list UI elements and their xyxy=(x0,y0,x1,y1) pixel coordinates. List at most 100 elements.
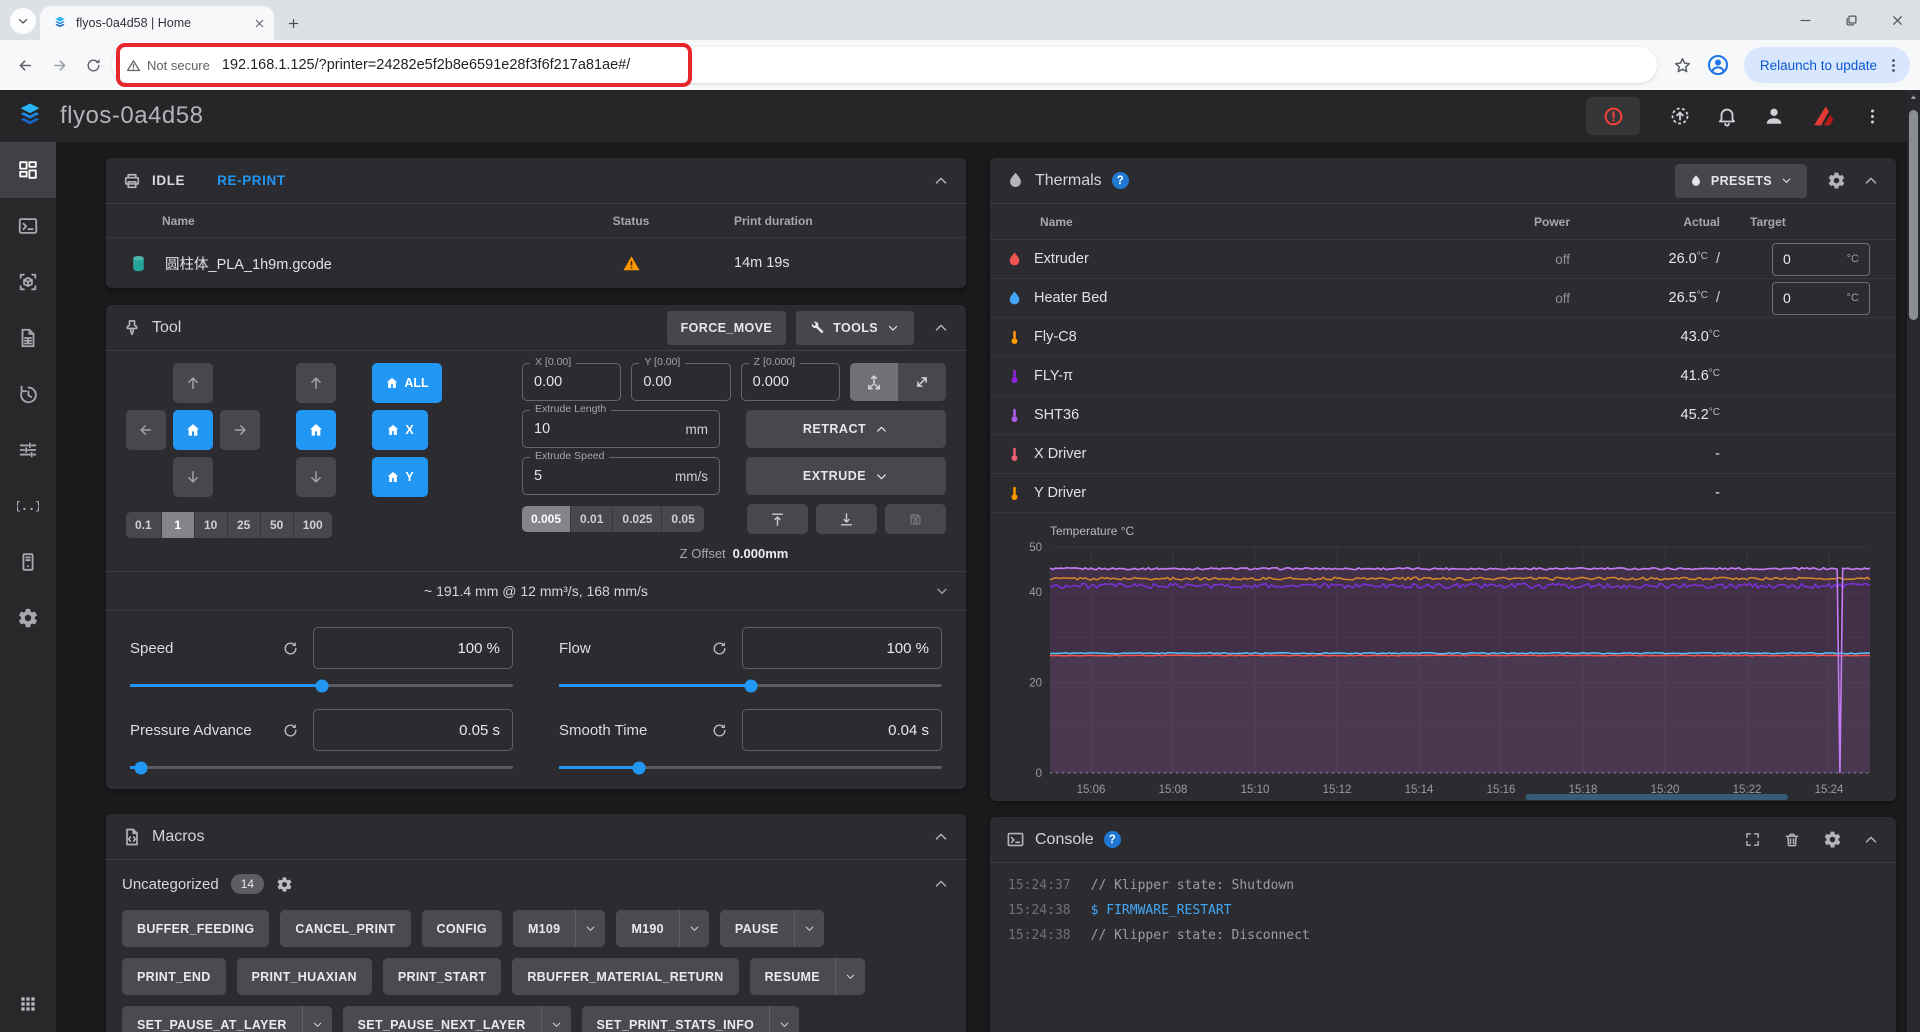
x-position-field[interactable]: X [0.00]0.00 xyxy=(522,363,621,401)
jog-y-plus-button[interactable] xyxy=(173,363,213,403)
slider-track[interactable] xyxy=(559,766,942,769)
jog-z-minus-button[interactable] xyxy=(296,457,336,497)
reset-icon[interactable] xyxy=(282,722,299,739)
collapse-panel-icon[interactable] xyxy=(932,319,950,337)
move-step-10[interactable]: 10 xyxy=(195,512,228,538)
relaunch-to-update-button[interactable]: Relaunch to update xyxy=(1744,47,1910,83)
slider-value-field[interactable]: 0.05 s xyxy=(313,709,513,751)
address-bar[interactable]: Not secure 192.168.1.125/?printer=24282e… xyxy=(112,47,1657,83)
target-temp-field[interactable]: 0°C xyxy=(1772,243,1870,276)
window-close-button[interactable] xyxy=(1874,0,1920,40)
browser-menu-icon[interactable] xyxy=(1885,57,1902,74)
profile-avatar-icon[interactable] xyxy=(1706,53,1730,77)
home-z-button[interactable] xyxy=(296,410,336,450)
extrude-speed-field[interactable]: Extrude Speed5mm/s xyxy=(522,457,720,495)
home-y-button[interactable]: Y xyxy=(372,457,428,497)
extrude-length-field[interactable]: Extrude Length10mm xyxy=(522,410,720,448)
thermals-settings-gear-icon[interactable] xyxy=(1827,171,1846,190)
macro-dropdown-toggle[interactable] xyxy=(541,1006,571,1032)
slider-thumb[interactable] xyxy=(744,679,757,692)
slider-value-field[interactable]: 0.04 s xyxy=(742,709,942,751)
macro-button-pause[interactable]: PAUSE xyxy=(720,910,824,947)
move-step-1[interactable]: 1 xyxy=(162,512,195,538)
scrollbar-thumb[interactable] xyxy=(1909,110,1918,320)
macro-button-set_pause_next_layer[interactable]: SET_PAUSE_NEXT_LAYER xyxy=(343,1006,571,1032)
macro-dropdown-toggle[interactable] xyxy=(679,910,709,947)
apps-grid-icon[interactable] xyxy=(0,984,56,1024)
fullscreen-icon[interactable] xyxy=(1744,831,1761,848)
z-offset-down-button[interactable] xyxy=(816,504,877,534)
force-move-button[interactable]: FORCE_MOVE xyxy=(667,311,787,345)
sidebar-item-jobs[interactable] xyxy=(0,310,56,366)
page-scrollbar[interactable] xyxy=(1907,90,1920,1032)
reprint-button[interactable]: RE-PRINT xyxy=(217,173,286,188)
sidebar-item-gcode-preview[interactable] xyxy=(0,254,56,310)
reset-icon[interactable] xyxy=(711,722,728,739)
macro-button-set_print_stats_info[interactable]: SET_PRINT_STATS_INFO xyxy=(582,1006,800,1032)
jog-z-plus-button[interactable] xyxy=(296,363,336,403)
collapse-panel-icon[interactable] xyxy=(1862,831,1880,849)
console-output[interactable]: 15:24:37// Klipper state: Shutdown 15:24… xyxy=(990,863,1896,958)
upload-update-icon[interactable] xyxy=(1669,105,1691,127)
sidebar-item-tune[interactable] xyxy=(0,422,56,478)
collapse-panel-icon[interactable] xyxy=(1862,172,1880,190)
move-step-0.1[interactable]: 0.1 xyxy=(126,512,162,538)
macro-dropdown-toggle[interactable] xyxy=(769,1006,799,1032)
collapse-group-icon[interactable] xyxy=(932,875,950,893)
collapse-panel-icon[interactable] xyxy=(932,828,950,846)
macro-button-resume[interactable]: RESUME xyxy=(750,958,865,995)
file-row[interactable]: 圆柱体_PLA_1h9m.gcode 14m 19s xyxy=(106,238,966,288)
jog-y-minus-button[interactable] xyxy=(173,457,213,497)
sidebar-item-console[interactable] xyxy=(0,198,56,254)
app-logo-icon[interactable] xyxy=(14,100,46,132)
jog-x-minus-button[interactable] xyxy=(126,410,166,450)
slider-track[interactable] xyxy=(559,684,942,687)
notifications-bell-icon[interactable] xyxy=(1716,105,1738,127)
home-all-button[interactable]: ALL xyxy=(372,363,442,403)
home-x-button[interactable]: X xyxy=(372,410,428,450)
home-xy-button[interactable] xyxy=(173,410,213,450)
move-step-25[interactable]: 25 xyxy=(228,512,261,538)
target-temp-field[interactable]: 0°C xyxy=(1772,282,1870,315)
slider-value-field[interactable]: 100 % xyxy=(313,627,513,669)
macro-settings-gear-icon[interactable] xyxy=(276,876,293,893)
sidebar-item-history[interactable] xyxy=(0,366,56,422)
sidebar-item-settings[interactable] xyxy=(0,590,56,646)
macro-button-m190[interactable]: M190 xyxy=(616,910,708,947)
help-badge[interactable]: ? xyxy=(1112,172,1129,189)
tab-close-icon[interactable] xyxy=(253,17,266,30)
sidebar-item-configuration[interactable]: {..} xyxy=(0,478,56,534)
forward-button[interactable] xyxy=(42,48,76,82)
z-step-0.025[interactable]: 0.025 xyxy=(613,506,662,532)
z-step-0.05[interactable]: 0.05 xyxy=(662,506,703,532)
move-step-50[interactable]: 50 xyxy=(261,512,294,538)
reset-icon[interactable] xyxy=(282,640,299,657)
absolute-positioning-toggle[interactable] xyxy=(850,363,898,401)
console-settings-gear-icon[interactable] xyxy=(1823,830,1842,849)
macro-dropdown-toggle[interactable] xyxy=(302,1006,332,1032)
back-button[interactable] xyxy=(8,48,42,82)
z-offset-up-button[interactable] xyxy=(747,504,808,534)
app-menu-icon[interactable] xyxy=(1863,107,1882,126)
window-restore-button[interactable] xyxy=(1828,0,1874,40)
move-step-100[interactable]: 100 xyxy=(294,512,332,538)
macro-button-rbuffer_material_return[interactable]: RBUFFER_MATERIAL_RETURN xyxy=(512,958,738,995)
relative-positioning-toggle[interactable] xyxy=(898,363,946,401)
y-position-field[interactable]: Y [0.00]0.00 xyxy=(631,363,730,401)
z-position-field[interactable]: Z [0.000]0.000 xyxy=(741,363,840,401)
slider-track[interactable] xyxy=(130,684,513,687)
macro-button-print_end[interactable]: PRINT_END xyxy=(122,958,226,995)
emergency-stop-button[interactable] xyxy=(1586,97,1640,135)
macro-button-set_pause_at_layer[interactable]: SET_PAUSE_AT_LAYER xyxy=(122,1006,332,1032)
clear-console-trash-icon[interactable] xyxy=(1783,831,1801,849)
extrude-button[interactable]: EXTRUDE xyxy=(746,457,946,495)
refresh-button[interactable] xyxy=(76,48,110,82)
z-offset-save-button[interactable] xyxy=(885,504,946,534)
macro-button-config[interactable]: CONFIG xyxy=(422,910,502,947)
slider-value-field[interactable]: 100 % xyxy=(742,627,942,669)
temperature-chart[interactable]: 15:0615:0815:1015:1215:1415:1615:1815:20… xyxy=(990,513,1896,801)
retract-button[interactable]: RETRACT xyxy=(746,410,946,448)
macro-dropdown-toggle[interactable] xyxy=(575,910,605,947)
slider-thumb[interactable] xyxy=(135,761,148,774)
speed-summary-bar[interactable]: ~ 191.4 mm @ 12 mm³/s, 168 mm/s xyxy=(106,571,966,611)
